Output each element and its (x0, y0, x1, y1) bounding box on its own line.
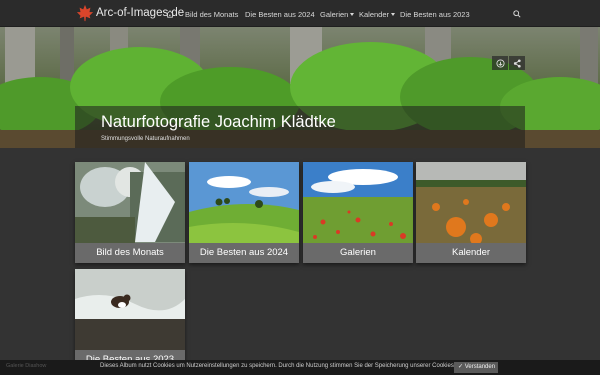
gallery-tile-galerien[interactable]: Galerien (303, 162, 413, 263)
page-title: Naturfotografie Joachim Klädtke (101, 113, 336, 131)
share-icon (513, 59, 521, 68)
tile-label: Kalender (416, 243, 526, 263)
download-button[interactable] (492, 56, 508, 70)
share-button[interactable] (509, 56, 525, 70)
cookie-banner: Galerie Diashow Dieses Album nutzt Cooki… (0, 360, 600, 375)
nav-item-kalender[interactable]: Kalender (359, 0, 396, 27)
tile-label: Galerien (303, 243, 413, 263)
tile-image-green-hills (189, 162, 299, 243)
tile-image-icy-creek (75, 162, 185, 243)
cookie-left-links: Galerie Diashow (6, 363, 47, 369)
gallery-tile-kalender[interactable]: Kalender (416, 162, 526, 263)
search-icon[interactable] (513, 10, 521, 18)
gallery-tile-besten-2024[interactable]: Die Besten aus 2024 (189, 162, 299, 263)
tile-label: Die Besten aus 2024 (189, 243, 299, 263)
home-icon[interactable] (166, 10, 174, 18)
tile-label: Bild des Monats (75, 243, 185, 263)
tile-image-pumpkin-field (416, 162, 526, 243)
download-icon (496, 59, 505, 68)
chevron-down-icon (391, 13, 396, 16)
maple-leaf-icon (76, 4, 94, 22)
nav-item-galerien[interactable]: Galerien (320, 0, 355, 27)
gallery-tile-besten-2023[interactable]: Die Besten aus 2023 (75, 269, 185, 370)
tile-image-poppy-field (303, 162, 413, 243)
tile-image-dipper-bird (75, 269, 185, 350)
nav-item-besten-2023[interactable]: Die Besten aus 2023 (400, 0, 470, 27)
page-subtitle: Stimmungsvolle Naturaufnahmen (101, 136, 190, 142)
cookie-accept-button[interactable]: ✓ Verstanden (454, 362, 498, 373)
top-navbar: Arc-of-Images.de Bild des Monats Die Bes… (0, 0, 600, 27)
nav-item-besten-2024[interactable]: Die Besten aus 2024 (245, 0, 315, 27)
check-icon: ✓ (458, 364, 465, 370)
gallery-tile-bild-des-monats[interactable]: Bild des Monats (75, 162, 185, 263)
cookie-text: Dieses Album nutzt Cookies um Nutzereins… (100, 363, 464, 369)
nav-item-bild-des-monats[interactable]: Bild des Monats (185, 0, 238, 27)
chevron-down-icon (350, 13, 355, 16)
